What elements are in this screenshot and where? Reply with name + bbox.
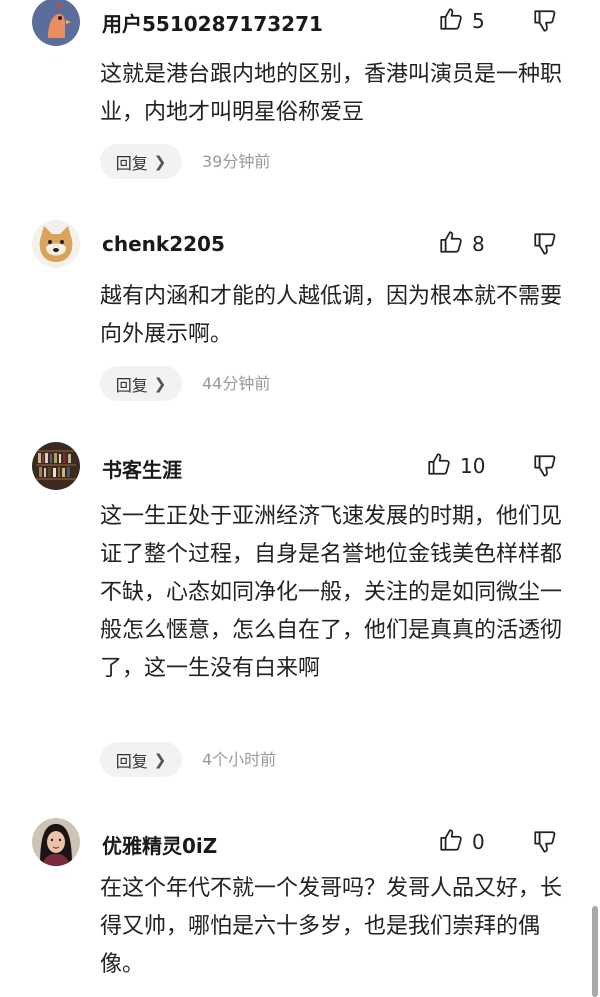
- like-count: 8: [472, 232, 485, 256]
- thumbs-down-icon[interactable]: [532, 829, 558, 857]
- thumbs-down-icon[interactable]: [532, 231, 558, 259]
- reply-button[interactable]: 回复 ❯: [100, 144, 182, 179]
- comment-time: 39分钟前: [202, 152, 271, 171]
- comment-text: 这就是港台跟内地的区别，香港叫演员是一种职业，内地才叫明星俗称爱豆: [100, 62, 563, 125]
- like-button[interactable]: 8: [438, 230, 485, 258]
- shiba-dog-avatar-icon[interactable]: [32, 220, 80, 268]
- thumbs-up-icon: [426, 451, 452, 481]
- like-count: 10: [460, 454, 486, 478]
- like-button[interactable]: 10: [426, 452, 485, 480]
- bookshelf-avatar-icon[interactable]: [32, 442, 80, 490]
- comment-text: 这一生正处于亚洲经济飞速发展的时期，他们见证了整个过程，自身是名誉地位金钱美色样…: [100, 504, 563, 681]
- username[interactable]: 用户5510287173271: [102, 8, 323, 37]
- scrollbar[interactable]: [592, 906, 598, 997]
- comment-time: 44分钟前: [202, 374, 271, 393]
- reply-label: 回复: [115, 751, 148, 771]
- comment-time: 4个小时前: [202, 750, 277, 769]
- reply-button[interactable]: 回复 ❯: [100, 366, 182, 401]
- username[interactable]: 优雅精灵0iZ: [102, 830, 217, 859]
- reply-label: 回复: [115, 153, 148, 173]
- thumbs-up-icon: [438, 6, 464, 36]
- chevron-right-icon: ❯: [153, 374, 167, 393]
- like-button[interactable]: 0: [438, 828, 485, 856]
- thumbs-up-icon: [438, 827, 464, 857]
- comment-text: 越有内涵和才能的人越低调，因为根本就不需要向外展示啊。: [100, 284, 563, 347]
- chevron-right-icon: ❯: [153, 750, 167, 769]
- reply-button[interactable]: 回复 ❯: [100, 742, 182, 777]
- comment-item: 优雅精灵0iZ 0 在这个年代不就一个发哥吗？发哥人品又好，长得又帅，哪怕是六十…: [0, 812, 600, 997]
- username[interactable]: 书客生涯: [102, 454, 182, 483]
- thumbs-up-icon: [438, 229, 464, 259]
- thumbs-down-icon[interactable]: [532, 453, 558, 481]
- comment-text: 在这个年代不就一个发哥吗？发哥人品又好，长得又帅，哪怕是六十多岁，也是我们崇拜的…: [100, 876, 563, 977]
- thumbs-down-icon[interactable]: [532, 8, 558, 36]
- rooster-avatar-icon[interactable]: [32, 0, 80, 46]
- like-count: 5: [472, 9, 485, 33]
- reply-label: 回复: [115, 375, 148, 395]
- woman-portrait-avatar-icon[interactable]: [32, 818, 80, 866]
- like-count: 0: [472, 830, 485, 854]
- chevron-right-icon: ❯: [153, 152, 167, 171]
- like-button[interactable]: 5: [438, 7, 485, 35]
- comment-item: 书客生涯 10 这一生正处于亚洲经济飞速发展的时期，他们见证了整个过程，自身是名…: [0, 434, 600, 794]
- username[interactable]: chenk2205: [102, 232, 225, 256]
- comment-item: chenk2205 8 越有内涵和才能的人越低调，因为根本就不需要向外展示啊。 …: [0, 212, 600, 412]
- comment-item: 用户5510287173271 5 这就是港台跟内地的区别，香港叫演员是一种职业…: [0, 0, 600, 200]
